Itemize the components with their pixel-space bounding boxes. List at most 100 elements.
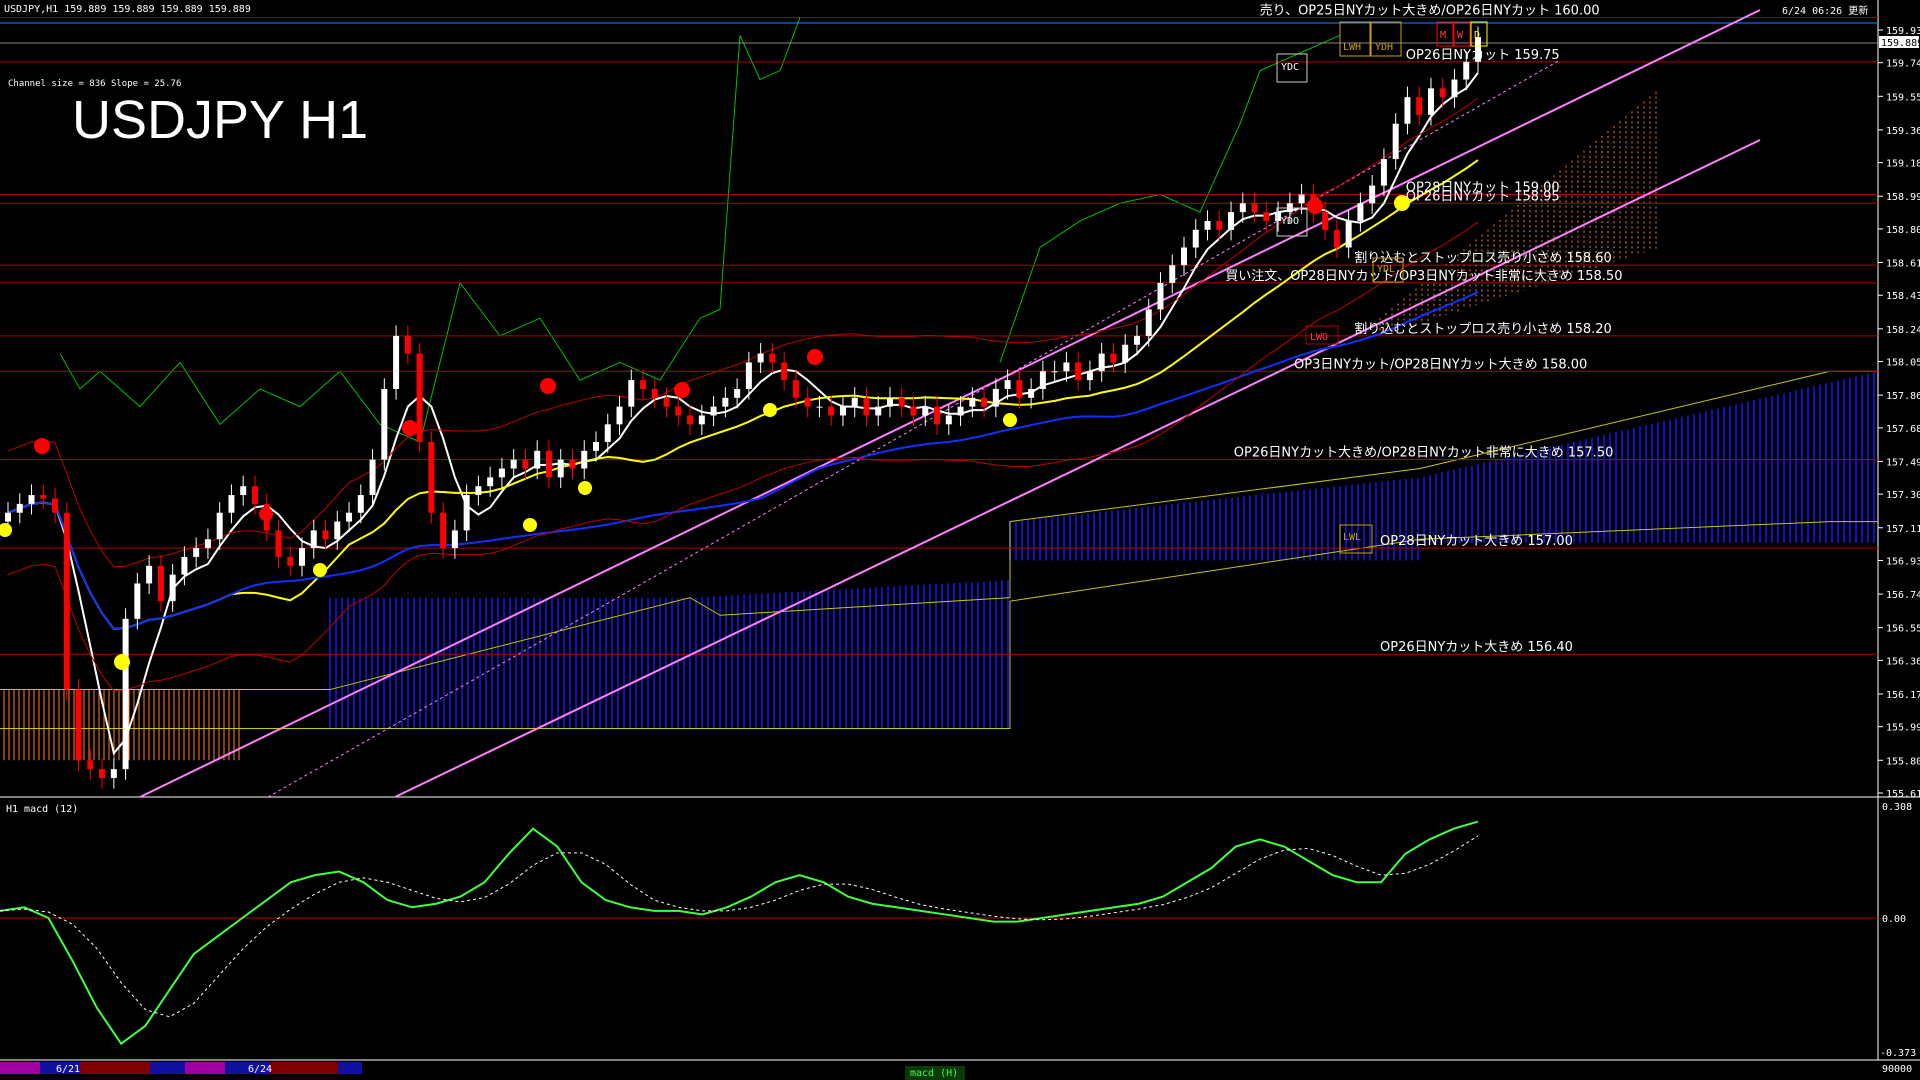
signal-marker[interactable]	[114, 654, 130, 670]
candle-body	[1322, 212, 1329, 230]
candle-body	[816, 406, 823, 408]
candle-body	[1216, 220, 1223, 230]
signal-marker-red[interactable]	[259, 507, 273, 521]
candle-body	[498, 468, 505, 478]
price-tick-label: 158.805	[1886, 225, 1920, 236]
candle-body	[299, 548, 305, 566]
signal-marker-red[interactable]	[540, 378, 556, 394]
signal-marker[interactable]	[313, 563, 327, 577]
candle-body	[651, 388, 658, 398]
macd-panel: H1 macd (12) 0.308 0.00 -0.373 90000	[0, 802, 1916, 1075]
session-bar	[185, 1062, 225, 1074]
candle-body	[251, 486, 258, 504]
candle-body	[804, 397, 811, 407]
candle-body	[792, 380, 799, 398]
candle-body	[1122, 344, 1129, 363]
candle-body	[922, 406, 929, 416]
candle-body	[52, 498, 59, 513]
candle-body	[1239, 203, 1246, 213]
signal-marker-red[interactable]	[1307, 198, 1323, 214]
candle-body	[581, 450, 588, 469]
signal-marker[interactable]	[763, 403, 777, 417]
price-tick-label: 158.430	[1886, 291, 1920, 302]
candle-body	[863, 397, 870, 416]
signal-marker-red[interactable]	[807, 349, 823, 365]
session-bar	[0, 1062, 40, 1074]
macd-tick-bottom: -0.373	[1880, 1048, 1916, 1059]
session-bar	[150, 1062, 185, 1074]
candle-body	[5, 512, 11, 522]
price-tick-label: 157.305	[1886, 490, 1920, 501]
candle-body	[1333, 229, 1340, 248]
candle-body	[322, 530, 329, 540]
level-label: OP26日NYカット 159.75	[1406, 48, 1560, 63]
candle-body	[1392, 123, 1399, 160]
candle-body	[1133, 335, 1140, 345]
candle-body	[75, 689, 82, 761]
price-tick-label: 159.180	[1886, 159, 1920, 170]
candle-body	[1181, 247, 1187, 266]
signal-marker[interactable]	[578, 481, 592, 495]
candle-body	[1169, 265, 1176, 283]
candle-body	[99, 769, 106, 778]
candle-body	[1463, 61, 1470, 80]
candle-body	[381, 388, 388, 460]
price-tick-label: 159.555	[1886, 92, 1920, 103]
candle-body	[898, 397, 905, 407]
candle-body	[204, 539, 211, 549]
price-tick-label: 157.865	[1886, 391, 1920, 402]
candle-body	[957, 406, 964, 416]
candle-body	[122, 618, 129, 770]
candle-body	[1416, 97, 1423, 115]
candle-body	[134, 583, 141, 619]
candle-body	[40, 495, 47, 499]
channel-info: Channel size = 836 Slope = 25.76	[8, 79, 181, 89]
candle-body	[1439, 88, 1446, 98]
candle-body	[687, 415, 694, 425]
candle-body	[769, 353, 776, 363]
level-label: OP26日NYカット 158.95	[1406, 189, 1560, 204]
signal-marker[interactable]	[523, 518, 537, 532]
ydh-label: YDH	[1375, 42, 1393, 53]
candle-body	[640, 380, 647, 389]
candle-body	[569, 459, 576, 469]
candle-body	[1051, 371, 1058, 373]
price-axis[interactable]: 159.930 159.745 159.555 159.365 159.180 158.9…	[1878, 26, 1920, 800]
price-tick-label: 155.990	[1886, 723, 1920, 734]
lwl-label: LWL	[1343, 532, 1361, 543]
candle-body	[193, 548, 200, 557]
candle-body	[1369, 185, 1376, 204]
macd-tick-zero: 0.00	[1882, 914, 1906, 925]
price-tick-label: 157.680	[1886, 424, 1920, 435]
price-tick-label: 155.615	[1886, 789, 1920, 800]
candle-body	[428, 442, 435, 513]
signal-marker[interactable]	[1394, 195, 1410, 211]
candle-body	[1063, 362, 1070, 372]
signal-marker-red[interactable]	[674, 382, 690, 398]
price-tick-label: 156.930	[1886, 556, 1920, 567]
signal-marker[interactable]	[1003, 413, 1017, 427]
ydc-label: YDC	[1281, 62, 1299, 73]
candle-body	[1098, 353, 1105, 372]
candle-body	[1451, 79, 1458, 98]
candle-body	[1357, 203, 1364, 221]
candle-body	[887, 397, 893, 407]
candle-body	[110, 769, 117, 778]
signal-marker-red[interactable]	[34, 438, 50, 454]
session-bar	[338, 1062, 362, 1074]
candle-body	[451, 530, 458, 549]
candle-body	[393, 335, 400, 389]
volume-label: 90000	[1882, 1064, 1912, 1075]
candle-body	[157, 565, 164, 602]
signal-marker-red[interactable]	[402, 420, 418, 436]
candle-body	[557, 459, 564, 478]
candle-body	[1251, 203, 1258, 213]
level-label: 割り込むとストップロス売り小さめ 158.20	[1354, 321, 1612, 337]
level-label: 買い注文、OP28日NYカット/OP3日NYカット非常に大きめ 158.50	[1225, 269, 1622, 284]
candle-body	[745, 362, 752, 389]
ydo-label: YDO	[1281, 216, 1299, 227]
candle-body	[1028, 388, 1035, 398]
candle-body	[369, 459, 376, 496]
price-tick-label: 158.055	[1886, 358, 1920, 369]
updated-stamp: 6/24 06:26 更新	[1782, 4, 1868, 17]
